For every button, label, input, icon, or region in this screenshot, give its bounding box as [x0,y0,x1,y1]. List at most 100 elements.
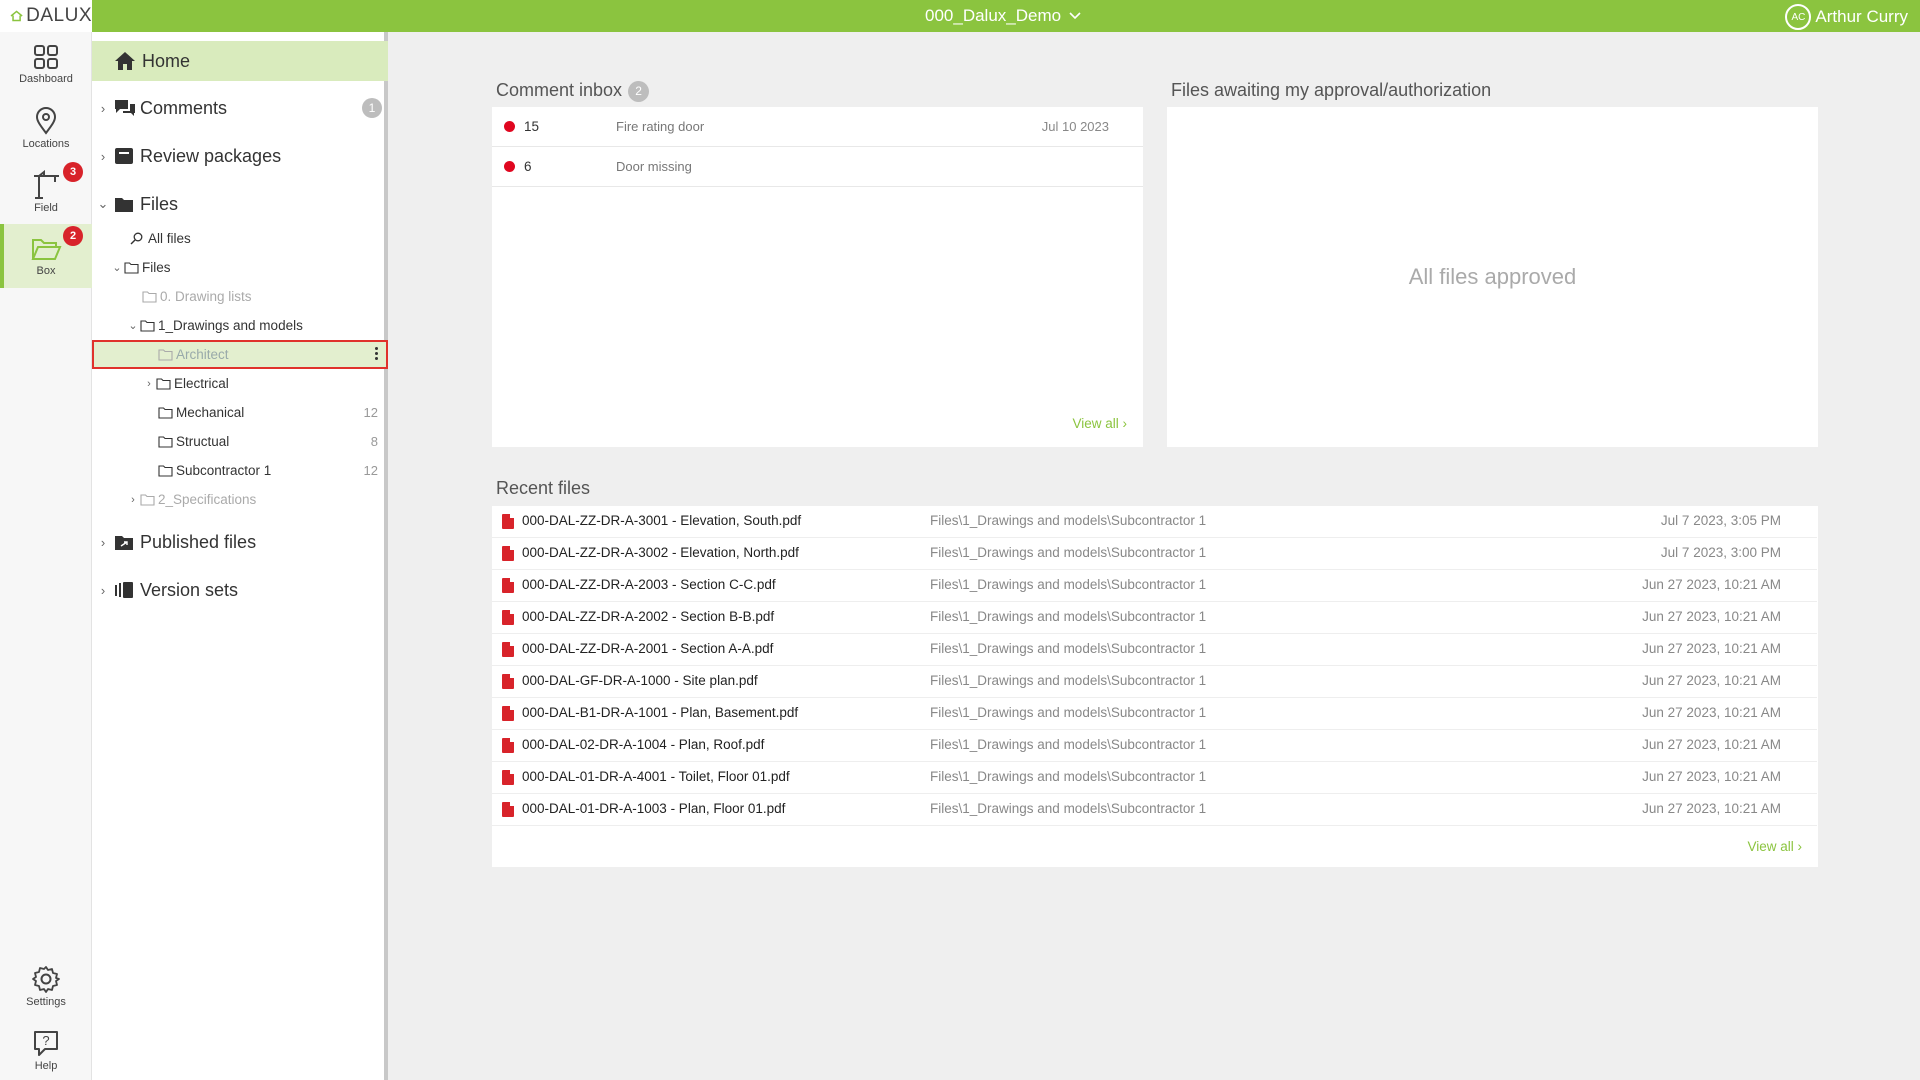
help-icon: ? [34,1031,58,1056]
chevron-right-icon[interactable]: › [126,494,140,506]
dalux-logo[interactable]: DALUX [0,0,92,32]
file-name: 000-DAL-GF-DR-A-1000 - Site plan.pdf [522,673,758,688]
chevron-down-icon[interactable]: ⌄ [126,319,140,332]
tree-label: Structual [176,434,230,449]
tree-label: 2_Specifications [158,492,257,507]
nav-version-sets-label: Version sets [140,579,239,600]
file-row[interactable]: 000-DAL-B1-DR-A-1001 - Plan, Basement.pd… [492,698,1817,730]
tree-electrical[interactable]: › Electrical [92,369,388,398]
published-folder-icon [114,534,138,551]
tree-files-root[interactable]: ⌄ Files [92,253,388,282]
rail-label: Settings [26,996,66,1008]
file-row[interactable]: 000-DAL-ZZ-DR-A-2001 - Section A-A.pdf F… [492,634,1817,666]
svg-text:?: ? [42,1033,49,1048]
tree-all-files[interactable]: All files [92,224,388,253]
tree-label: 0. Drawing lists [160,289,252,304]
file-path: Files\1_Drawings and models\Subcontracto… [930,801,1207,816]
chevron-down-icon[interactable]: ⌄ [92,196,114,212]
file-row[interactable]: 000-DAL-ZZ-DR-A-2002 - Section B-B.pdf F… [492,602,1817,634]
file-row[interactable]: 000-DAL-GF-DR-A-1000 - Site plan.pdf Fil… [492,666,1817,698]
tree-label: Subcontractor 1 [176,463,272,478]
nav-files[interactable]: ⌄ Files [92,184,388,224]
folder-icon [158,435,176,448]
file-row[interactable]: 000-DAL-02-DR-A-1004 - Plan, Roof.pdf Fi… [492,730,1817,762]
nav-published-files[interactable]: › Published files [92,522,388,562]
rail-help[interactable]: ? Help [0,1018,92,1080]
nav-version-sets[interactable]: › Version sets [92,570,388,610]
tree-mechanical[interactable]: Mechanical 12 [92,398,388,427]
nav-review-packages[interactable]: › Review packages [92,136,388,176]
project-selector[interactable]: 000_Dalux_Demo [925,6,1081,26]
file-name: 000-DAL-B1-DR-A-1001 - Plan, Basement.pd… [522,705,799,720]
tree-subcontractor[interactable]: Subcontractor 1 12 [92,456,388,485]
pdf-icon [502,770,514,785]
file-name: 000-DAL-01-DR-A-1003 - Plan, Floor 01.pd… [522,801,786,816]
logo-text: DALUX [26,5,92,26]
more-options-icon[interactable] [375,347,378,360]
nav-comments[interactable]: › Comments 1 [92,88,388,128]
file-row[interactable]: 000-DAL-ZZ-DR-A-3002 - Elevation, North.… [492,538,1817,570]
rail-field[interactable]: Field 3 [0,160,92,224]
rail-dashboard[interactable]: Dashboard [0,32,92,96]
chevron-right-icon[interactable]: › [92,149,114,164]
tree-drawings-models[interactable]: ⌄ 1_Drawings and models [92,311,388,340]
file-date: Jun 27 2023, 10:21 AM [1642,673,1781,688]
file-row[interactable]: 000-DAL-ZZ-DR-A-3001 - Elevation, South.… [492,506,1817,538]
comments-count-badge: 1 [362,98,382,118]
pdf-icon [502,642,514,657]
file-row[interactable]: 000-DAL-ZZ-DR-A-2003 - Section C-C.pdf F… [492,570,1817,602]
chevron-right-icon[interactable]: › [92,583,114,598]
folder-icon [114,196,138,213]
file-count: 12 [363,405,378,420]
comment-row[interactable]: 15 Fire rating door Jul 10 2023 [492,107,1143,147]
rail-locations[interactable]: Locations [0,96,92,160]
tree-label: 1_Drawings and models [158,318,303,333]
rail-label: Field [34,202,58,214]
nav-home-label: Home [142,50,191,71]
tree-specifications[interactable]: › 2_Specifications [92,485,388,514]
home-icon [115,52,135,70]
chevron-right-icon[interactable]: › [92,535,114,550]
recent-files-view-all-link[interactable]: View all › [1747,839,1802,854]
file-date: Jul 7 2023, 3:00 PM [1660,545,1781,560]
tree-label: Files [142,260,171,275]
folder-icon [140,319,158,332]
package-icon [114,147,138,165]
file-name: 000-DAL-ZZ-DR-A-2001 - Section A-A.pdf [522,641,774,656]
comment-row[interactable]: 6 Door missing [492,147,1143,187]
rail-label: Dashboard [19,73,73,85]
rail-settings[interactable]: Settings [0,954,92,1018]
tree-structual[interactable]: Structual 8 [92,427,388,456]
user-menu[interactable]: AC Arthur Curry [1785,4,1908,30]
file-row[interactable]: 000-DAL-01-DR-A-4001 - Toilet, Floor 01.… [492,762,1817,794]
approval-title: Files awaiting my approval/authorization [1171,80,1492,100]
file-path: Files\1_Drawings and models\Subcontracto… [930,673,1207,688]
chevron-right-icon[interactable]: › [142,378,156,390]
chevron-down-icon[interactable]: ⌄ [110,261,124,274]
nav-files-label: Files [140,193,179,214]
crane-icon [34,170,59,199]
file-count: 8 [370,434,378,449]
file-row[interactable]: 000-DAL-01-DR-A-1003 - Plan, Floor 01.pd… [492,794,1817,826]
pdf-icon [502,802,514,817]
tree-drawing-lists[interactable]: 0. Drawing lists [92,282,388,311]
file-name: 000-DAL-ZZ-DR-A-3002 - Elevation, North.… [522,545,799,560]
version-sets-icon [114,581,138,599]
approval-empty-message: All files approved [1408,264,1577,289]
chevron-right-icon[interactable]: › [92,101,114,116]
nav-review-packages-label: Review packages [140,145,282,166]
nav-home[interactable]: Home [92,41,388,81]
approval-card: All files approved [1167,107,1818,447]
file-date: Jun 27 2023, 10:21 AM [1642,705,1781,720]
comment-view-all-link[interactable]: View all › [1072,416,1127,431]
comment-title: Fire rating door [616,119,705,134]
app-rail: Dashboard Locations Field 3 Box 2 Settin… [0,32,92,1080]
file-path: Files\1_Drawings and models\Subcontracto… [930,705,1207,720]
recent-files-title: Recent files [496,478,591,498]
chevron-down-icon [1069,12,1081,20]
notification-badge: 2 [63,226,83,246]
rail-box[interactable]: Box 2 [0,224,92,288]
tree-architect[interactable]: Architect [92,340,388,369]
file-date: Jun 27 2023, 10:21 AM [1642,609,1781,624]
avatar: AC [1785,4,1812,30]
